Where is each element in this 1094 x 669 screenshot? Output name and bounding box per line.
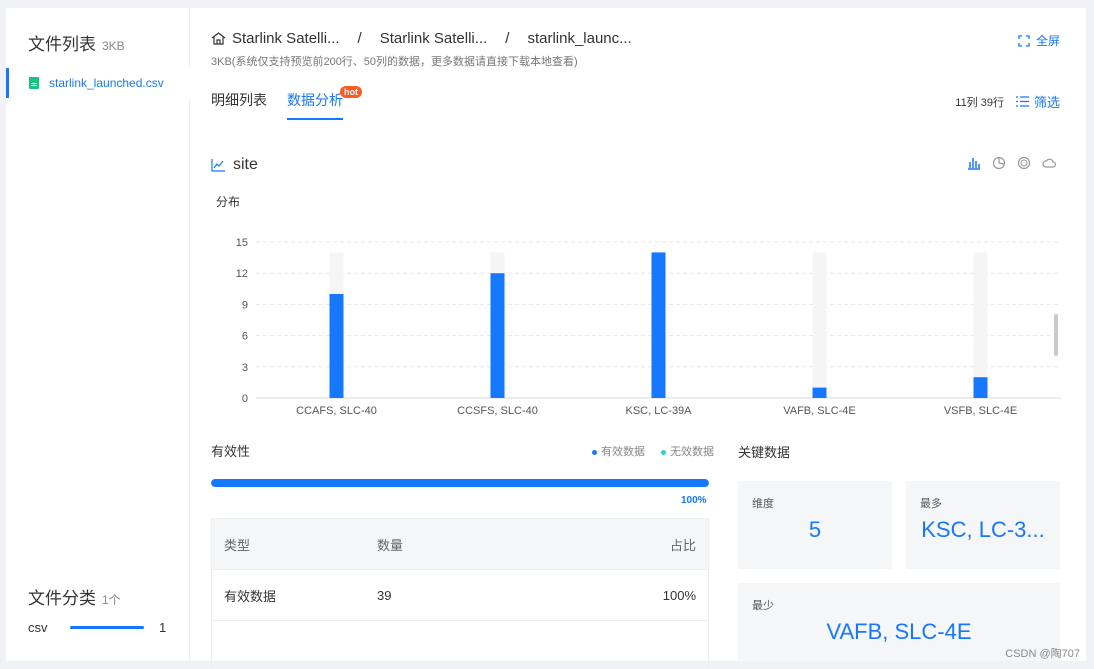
bar xyxy=(490,273,505,398)
chart-header: site xyxy=(211,156,258,174)
scrollbar-thumb[interactable] xyxy=(1054,314,1058,356)
pie-chart-icon[interactable] xyxy=(992,156,1006,170)
legend-label: 无效数据 xyxy=(670,446,714,458)
filter-button[interactable]: 筛选 xyxy=(1015,92,1060,111)
bar xyxy=(973,377,988,398)
key-card-label: 最少 xyxy=(752,600,774,612)
bar-chart: 0 3 6 9 12 15 CCAFS, SLC-40 CCSFS, SLC-40 KSC, L… xyxy=(236,237,1061,417)
tab-label: 明细列表 xyxy=(211,92,267,108)
key-card-most: 最多 KSC, LC-3... xyxy=(906,481,1060,569)
fullscreen-icon xyxy=(1018,34,1030,47)
app-frame: 文件列表 3KB starlink_launched.csv 文件分类 1个 csv… xyxy=(6,8,1086,669)
home-icon[interactable] xyxy=(211,32,226,45)
bar xyxy=(812,387,827,398)
table-header-row: 类型 数量 占比 xyxy=(212,519,708,570)
key-card-dimension: 维度 5 xyxy=(738,481,892,569)
tab-label: 数据分析 xyxy=(287,92,343,108)
validity-progress-bar xyxy=(211,479,709,487)
category-bar xyxy=(70,626,144,629)
validity-legend: 有效数据 无效数据 xyxy=(576,443,714,459)
main-content: Starlink Satelli... / Starlink Satelli..… xyxy=(211,8,1066,669)
csv-file-icon xyxy=(29,77,39,89)
key-card-value: 5 xyxy=(808,517,822,542)
validity-table: 类型 数量 占比 有效数据 39 100% xyxy=(211,518,709,669)
list-filter-icon xyxy=(1015,96,1029,107)
x-tick-label: VSFB, SLC-4E xyxy=(944,405,1017,417)
legend-label: 有效数据 xyxy=(601,446,645,458)
bar-background xyxy=(812,252,827,398)
tab-detail-list[interactable]: 明细列表 xyxy=(211,90,267,120)
donut-chart-icon[interactable] xyxy=(1017,156,1031,170)
bar xyxy=(651,252,666,398)
table-header-count: 数量 xyxy=(377,537,404,553)
file-list-title: 文件列表 3KB xyxy=(28,30,125,55)
category-count: 1 xyxy=(159,620,167,635)
hot-badge: hot xyxy=(340,86,362,98)
breadcrumb-item-1[interactable]: Starlink Satelli... xyxy=(232,30,340,47)
word-cloud-icon[interactable] xyxy=(1042,156,1057,170)
file-category-count: 1个 xyxy=(102,593,121,607)
validity-progress-fill xyxy=(211,479,709,487)
y-tick-label: 9 xyxy=(242,299,248,311)
breadcrumb: Starlink Satelli... / Starlink Satelli..… xyxy=(211,30,632,47)
key-card-value: VAFB, SLC-4E xyxy=(826,619,972,644)
x-tick-label: KSC, LC-39A xyxy=(625,405,692,417)
key-card-label: 维度 xyxy=(752,498,774,510)
x-tick-label: VAFB, SLC-4E xyxy=(783,405,856,417)
sidebar: 文件列表 3KB starlink_launched.csv 文件分类 1个 csv… xyxy=(6,8,190,661)
key-card-value: KSC, LC-3... xyxy=(921,517,1045,542)
key-data-title: 关键数据 xyxy=(738,445,791,460)
file-category-title: 文件分类 1个 xyxy=(28,584,121,609)
file-name: starlink_launched.csv xyxy=(49,76,164,90)
validity-percent: 100% xyxy=(681,495,707,506)
key-card-label: 最多 xyxy=(920,498,942,510)
category-name: csv xyxy=(28,620,48,635)
y-tick-label: 12 xyxy=(236,268,248,280)
table-cell-ratio: 100% xyxy=(662,587,696,603)
line-chart-icon xyxy=(211,158,225,172)
legend-dot xyxy=(592,449,597,455)
y-tick-label: 0 xyxy=(242,393,248,405)
table-header-ratio: 占比 xyxy=(669,537,696,553)
file-item-starlink[interactable]: starlink_launched.csv xyxy=(6,68,190,98)
table-header-type: 类型 xyxy=(224,537,251,553)
breadcrumb-separator: / xyxy=(505,30,510,47)
chart-type-switcher xyxy=(956,156,1057,170)
y-tick-label: 6 xyxy=(242,331,248,343)
legend-dot xyxy=(661,449,666,455)
tab-bar: 明细列表 数据分析 hot xyxy=(211,86,363,120)
fullscreen-label: 全屏 xyxy=(1035,34,1060,48)
fullscreen-button[interactable]: 全屏 xyxy=(1018,32,1060,49)
table-row-empty xyxy=(212,621,708,669)
bar xyxy=(329,294,344,398)
preview-info: 3KB(系统仅支持预览前200行、50列的数据，更多数据请直接下载本地查看) xyxy=(211,56,578,68)
distribution-label: 分布 xyxy=(216,195,241,209)
filter-label: 筛选 xyxy=(1033,95,1060,110)
y-tick-label: 15 xyxy=(236,237,248,249)
table-row: 有效数据 39 100% xyxy=(212,570,708,621)
bar-chart-icon[interactable] xyxy=(967,156,981,170)
validity-title: 有效性 xyxy=(211,444,251,459)
file-list-size: 3KB xyxy=(102,39,125,53)
row-info: 11列 39行 筛选 xyxy=(955,92,1060,111)
y-tick-label: 3 xyxy=(242,362,248,374)
x-tick-label: CCAFS, SLC-40 xyxy=(296,405,377,417)
watermark: CSDN @陶707 xyxy=(1005,648,1080,660)
file-category-title-text: 文件分类 xyxy=(28,589,96,608)
category-row-csv[interactable]: csv 1 xyxy=(28,620,168,635)
tab-data-analysis[interactable]: 数据分析 hot xyxy=(287,86,362,120)
table-cell-type: 有效数据 xyxy=(224,588,277,604)
table-cell-count: 39 xyxy=(377,587,392,603)
x-tick-label: CCSFS, SLC-40 xyxy=(457,405,538,417)
bar-background xyxy=(973,252,988,398)
chart-title: site xyxy=(233,156,258,173)
breadcrumb-item-3[interactable]: starlink_launc... xyxy=(527,30,631,47)
legend-item-valid[interactable]: 有效数据 xyxy=(592,443,645,459)
file-list-title-text: 文件列表 xyxy=(28,35,96,54)
row-col-count: 11列 39行 xyxy=(955,96,1004,109)
breadcrumb-separator: / xyxy=(357,30,362,47)
legend-item-invalid[interactable]: 无效数据 xyxy=(661,443,714,459)
breadcrumb-item-2[interactable]: Starlink Satelli... xyxy=(380,30,488,47)
